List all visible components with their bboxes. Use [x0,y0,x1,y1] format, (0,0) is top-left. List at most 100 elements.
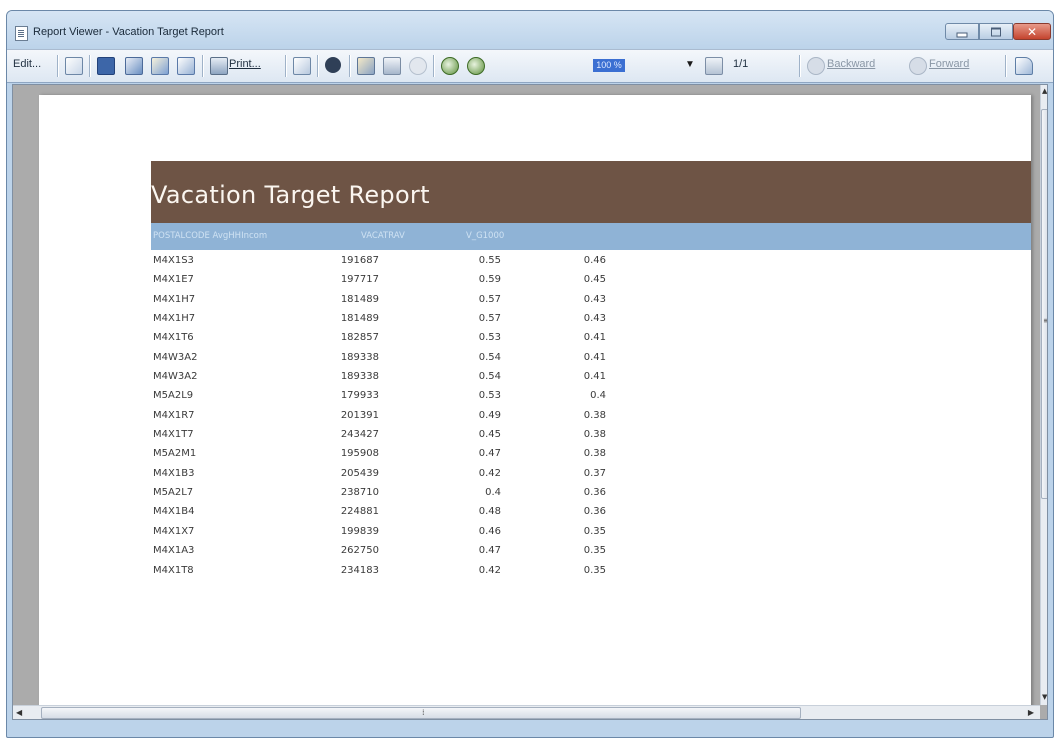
table-row: M4X1R7 201391 0.49 0.38 [151,407,751,426]
horizontal-scrollbar[interactable]: ◀ ⁞ ▶ [13,705,1040,719]
print-button[interactable]: Print... [229,58,261,74]
page-indicator[interactable]: 1/1 [733,58,748,74]
vertical-scrollbar[interactable]: ▲ ≡ ▼ [1040,85,1047,705]
cell-postalcode: M4W3A2 [153,371,198,383]
send-icon[interactable] [151,57,169,75]
print-label: Print... [229,58,261,70]
forward-arrow-icon[interactable] [909,57,927,75]
cell-v-g1000: 0.41 [583,351,606,363]
cell-vacatrav: 0.45 [478,429,501,441]
minimize-button[interactable] [945,23,979,40]
cell-v-g1000: 0.43 [583,313,606,325]
group-tree-icon[interactable] [357,57,375,75]
table-row: M4X1T7 243427 0.45 0.38 [151,426,751,445]
toolbar-separator [202,55,203,77]
table-row: M5A2L7 238710 0.4 0.36 [151,484,751,503]
scroll-up-icon[interactable]: ▲ [1042,87,1047,95]
table-row: M4X1H7 181489 0.57 0.43 [151,310,751,329]
scroll-down-icon[interactable]: ▼ [1042,693,1047,701]
cell-postalcode: M4X1B3 [153,467,195,479]
back-arrow-icon[interactable] [807,57,825,75]
table-row: M4X1B4 224881 0.48 0.36 [151,503,751,522]
toolbar-separator [317,55,318,77]
close-icon: ✕ [1026,24,1038,39]
zoom-out-icon[interactable] [441,57,459,75]
table-row: M4X1X7 199839 0.46 0.35 [151,523,751,542]
layout-icon[interactable] [383,57,401,75]
edit-menu[interactable]: Edit... [13,58,41,74]
close-button[interactable]: ✕ [1013,23,1051,40]
cell-avghhincome: 224881 [340,506,379,518]
toolbar-separator [433,55,434,77]
toolbar-separator [1005,55,1006,77]
zoom-select[interactable]: 100 % ▼ [593,58,703,74]
first-page-icon[interactable] [705,57,723,75]
cell-vacatrav: 0.48 [478,506,501,518]
toolbar: Edit... Print... 100 % ▼ 1/1 Backward Fo… [7,49,1053,83]
export-icon[interactable] [125,57,143,75]
cell-avghhincome: 181489 [340,313,379,325]
printer-icon[interactable] [210,57,228,75]
cell-v-g1000: 0.41 [583,371,606,383]
cell-vacatrav: 0.57 [478,293,501,305]
cell-vacatrav: 0.47 [478,448,501,460]
chevron-down-icon[interactable]: ▼ [685,59,695,70]
zoom-in-icon[interactable] [467,57,485,75]
cell-vacatrav: 0.55 [478,255,501,266]
cell-vacatrav: 0.53 [478,390,501,402]
refresh-icon[interactable] [177,57,195,75]
cell-vacatrav: 0.42 [478,467,501,479]
cell-vacatrav: 0.4 [485,487,501,499]
help-icon[interactable] [1015,57,1033,75]
report-title: Vacation Target Report [151,181,430,209]
report-viewer-pane: Vacation Target Report POSTALCODE AvgHHI… [12,84,1048,720]
cell-v-g1000: 0.4 [590,390,606,402]
column-header-vacatrav: VACATRAV [361,231,405,241]
cell-vacatrav: 0.47 [478,545,501,557]
cell-avghhincome: 195908 [340,448,379,460]
copy-icon[interactable] [65,57,83,75]
cell-avghhincome: 243427 [340,429,379,441]
backward-button[interactable]: Backward [827,58,875,74]
title-bar[interactable]: Report Viewer - Vacation Target Report ✕ [7,11,1053,49]
cell-postalcode: M4X1R7 [153,409,195,421]
table-row: M4W3A2 189338 0.54 0.41 [151,368,751,387]
forward-button[interactable]: Forward [929,58,969,74]
stop-icon[interactable] [409,57,427,75]
column-header-postalcode: POSTALCODE AvgHHIncom [153,231,268,241]
toolbar-separator [89,55,90,77]
maximize-icon [991,27,1001,36]
scroll-right-icon[interactable]: ▶ [1028,708,1034,717]
maximize-button[interactable] [979,23,1013,40]
cell-vacatrav: 0.57 [478,313,501,325]
grip-icon: ≡ [1043,316,1047,325]
cell-postalcode: M4X1X7 [153,525,195,537]
horizontal-scroll-thumb[interactable]: ⁞ [41,707,801,719]
zoom-value: 100 % [593,59,625,72]
cell-postalcode: M4X1A3 [153,545,195,557]
grip-icon: ⁞ [422,708,425,717]
cell-avghhincome: 197717 [340,274,379,286]
cell-avghhincome: 205439 [340,467,379,479]
save-icon[interactable] [97,57,115,75]
find-icon[interactable] [325,57,341,73]
cell-postalcode: M5A2L7 [153,487,194,499]
table-row: M5A2M1 195908 0.47 0.38 [151,445,751,464]
report-rows: M4X1S3 191687 0.55 0.46 M4X1E7 197717 0.59 0.45… [151,252,751,581]
cell-postalcode: M4W3A2 [153,351,198,363]
cell-vacatrav: 0.53 [478,332,501,344]
cell-v-g1000: 0.41 [583,332,606,344]
cell-avghhincome: 191687 [340,255,379,266]
cell-postalcode: M4X1E7 [153,274,194,286]
cell-v-g1000: 0.45 [583,274,606,286]
cell-postalcode: M4X1H7 [153,293,196,305]
page-setup-icon[interactable] [293,57,311,75]
toolbar-separator [285,55,286,77]
table-row: M4X1H7 181489 0.57 0.43 [151,291,751,310]
toolbar-separator [799,55,800,77]
table-row: M4X1T8 234183 0.42 0.35 [151,562,751,581]
cell-postalcode: M5A2M1 [153,448,197,460]
report-viewer-window: Report Viewer - Vacation Target Report ✕… [6,10,1054,738]
vertical-scroll-thumb[interactable]: ≡ [1041,109,1047,499]
scroll-left-icon[interactable]: ◀ [16,708,22,717]
